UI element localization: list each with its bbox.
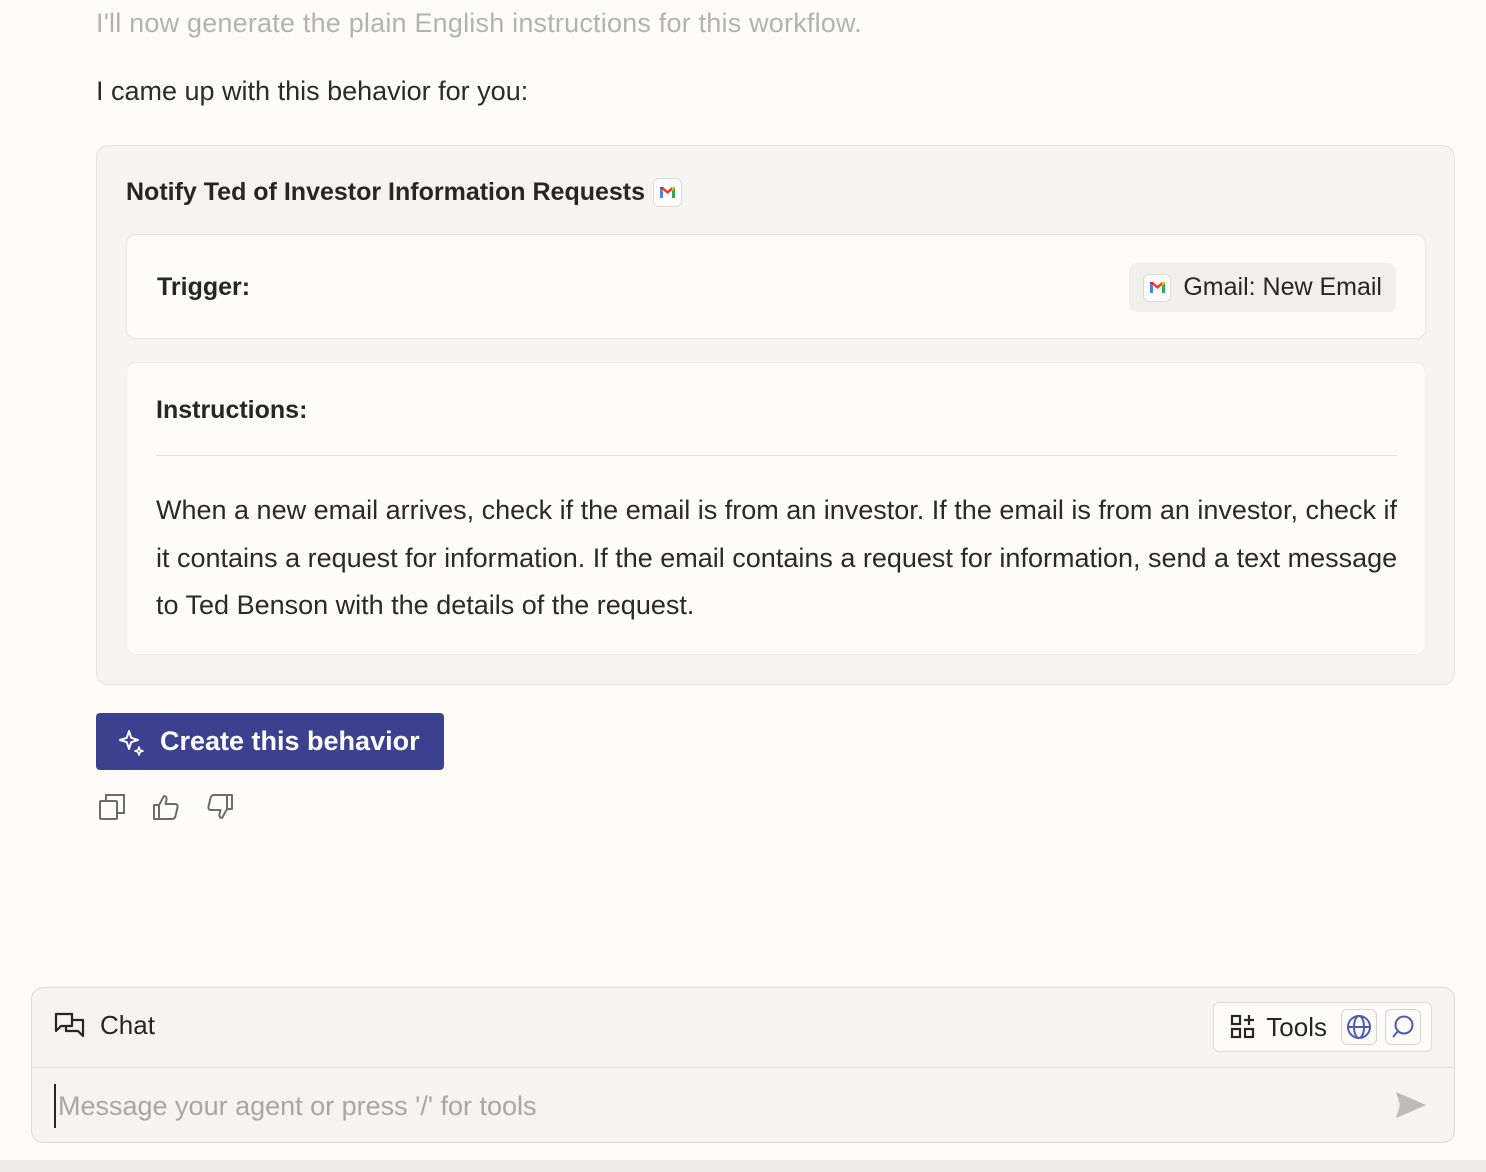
trigger-label: Trigger:: [157, 273, 251, 301]
bottom-strip: [0, 1160, 1486, 1172]
copy-icon[interactable]: [96, 790, 128, 824]
behavior-card: Notify Ted of Investor Information Reque…: [96, 145, 1455, 685]
tools-group: Tools: [1213, 1002, 1432, 1052]
trigger-chip[interactable]: Gmail: New Email: [1129, 263, 1396, 312]
instructions-label: Instructions:: [156, 396, 308, 424]
tools-label: Tools: [1266, 1011, 1327, 1042]
behavior-title: Notify Ted of Investor Information Reque…: [126, 178, 683, 207]
create-behavior-label: Create this behavior: [160, 726, 420, 756]
previous-message-text: I'll now generate the plain English inst…: [96, 8, 862, 38]
chat-title-text: Chat: [100, 1010, 155, 1040]
instructions-text: When a new email arrives, check if the e…: [156, 495, 1398, 620]
globe-icon[interactable]: [1341, 1009, 1377, 1045]
thumbs-up-icon[interactable]: [150, 790, 182, 824]
behavior-title-text: Notify Ted of Investor Information Reque…: [126, 178, 646, 206]
send-icon[interactable]: [1394, 1088, 1428, 1122]
instructions-section: Instructions: When a new email arrives, …: [126, 362, 1426, 655]
create-behavior-button[interactable]: Create this behavior: [96, 713, 444, 770]
chat-header: Chat Tools: [32, 988, 1454, 1068]
tools-grid-icon: [1230, 1014, 1256, 1040]
chat-icon: [54, 1011, 86, 1041]
trigger-value: Gmail: New Email: [1183, 273, 1382, 301]
gmail-icon: [1143, 273, 1172, 302]
message-feedback-bar: [96, 790, 236, 824]
gmail-icon: [653, 178, 683, 207]
chat-panel: Chat Tools: [31, 987, 1455, 1143]
thumbs-down-icon[interactable]: [204, 790, 236, 824]
chat-title: Chat: [54, 1010, 155, 1041]
chat-message-input[interactable]: [54, 1084, 1374, 1128]
search-icon[interactable]: [1385, 1009, 1421, 1045]
sparkle-icon: [118, 728, 146, 756]
tools-button[interactable]: Tools: [1230, 1012, 1327, 1043]
trigger-section: Trigger: Gmail: New Email: [126, 234, 1426, 339]
assistant-intro-text: I came up with this behavior for you:: [96, 76, 529, 106]
instructions-divider: [156, 455, 1398, 456]
